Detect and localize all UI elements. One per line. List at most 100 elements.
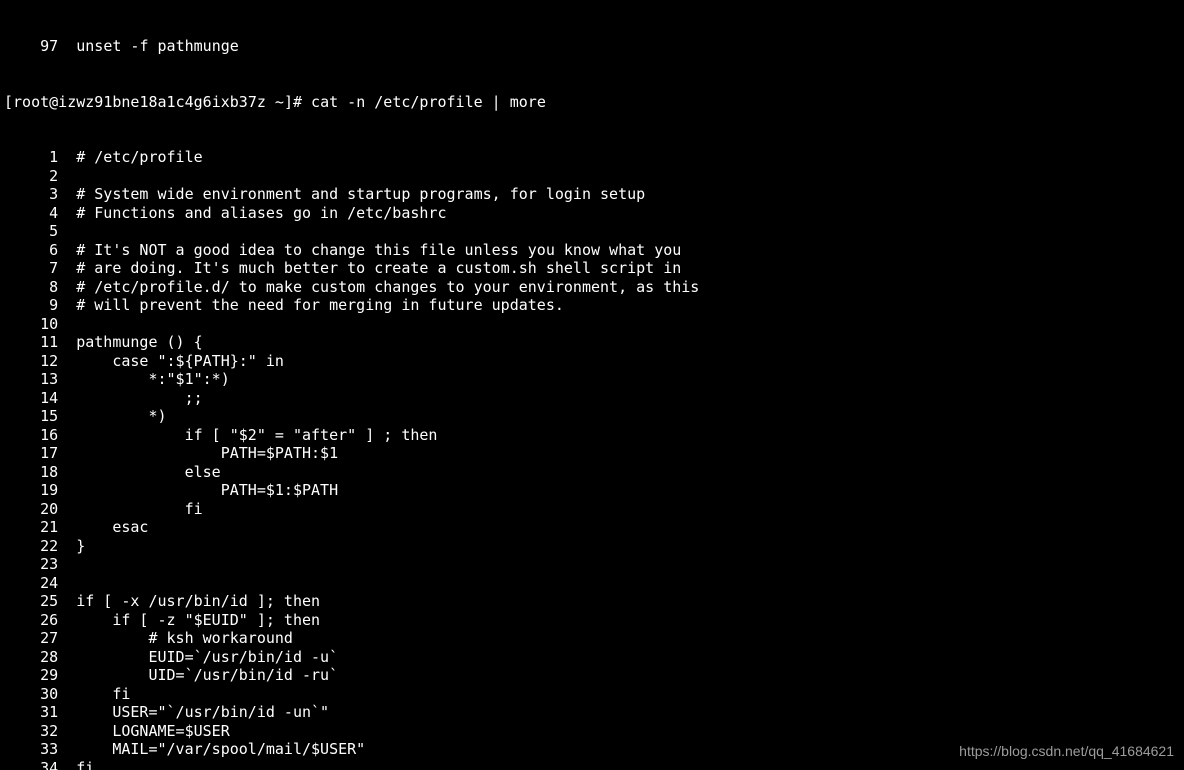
gutter-gap (58, 148, 76, 167)
line-text: # will prevent the need for merging in f… (76, 296, 564, 314)
line-number: 7 (4, 259, 58, 278)
gutter-gap (58, 241, 76, 260)
line-text: ;; (76, 389, 202, 407)
gutter-gap (58, 537, 76, 556)
line-text: } (76, 537, 85, 555)
line-number: 15 (4, 407, 58, 426)
file-line: 6 # It's NOT a good idea to change this … (4, 241, 1180, 260)
line-number: 14 (4, 389, 58, 408)
gutter-gap (58, 685, 76, 704)
gutter-gap (58, 407, 76, 426)
gutter-gap (58, 703, 76, 722)
line-text: if [ -x /usr/bin/id ]; then (76, 592, 320, 610)
watermark-text: https://blog.csdn.net/qq_41684621 (959, 742, 1174, 761)
line-number: 20 (4, 500, 58, 519)
gutter-gap (58, 370, 76, 389)
file-line: 4 # Functions and aliases go in /etc/bas… (4, 204, 1180, 223)
line-text: # System wide environment and startup pr… (76, 185, 645, 203)
line-number: 13 (4, 370, 58, 389)
gutter-gap (58, 278, 76, 297)
gutter-gap (58, 759, 76, 770)
line-text: pathmunge () { (76, 333, 202, 351)
line-number: 21 (4, 518, 58, 537)
line-text: if [ -z "$EUID" ]; then (76, 611, 320, 629)
line-text: # Functions and aliases go in /etc/bashr… (76, 204, 446, 222)
line-number: 19 (4, 481, 58, 500)
line-text: LOGNAME=$USER (76, 722, 230, 740)
line-text: # ksh workaround (76, 629, 293, 647)
line-number: 9 (4, 296, 58, 315)
gutter-gap (58, 463, 76, 482)
line-text: *:"$1":*) (76, 370, 230, 388)
partial-scrolled-line: 97 unset -f pathmunge (4, 37, 1180, 56)
line-text: # /etc/profile (76, 148, 202, 166)
file-line: 18 else (4, 463, 1180, 482)
terminal-output[interactable]: 97 unset -f pathmunge [root@izwz91bne18a… (0, 0, 1184, 770)
line-number: 3 (4, 185, 58, 204)
line-text: PATH=$PATH:$1 (76, 444, 338, 462)
gutter-gap (58, 574, 76, 593)
file-line: 1 # /etc/profile (4, 148, 1180, 167)
file-line: 7 # are doing. It's much better to creat… (4, 259, 1180, 278)
line-text: USER="`/usr/bin/id -un`" (76, 703, 329, 721)
file-line: 9 # will prevent the need for merging in… (4, 296, 1180, 315)
file-line: 22 } (4, 537, 1180, 556)
line-text: UID=`/usr/bin/id -ru` (76, 666, 338, 684)
gutter-gap (58, 555, 76, 574)
line-number: 18 (4, 463, 58, 482)
line-number: 31 (4, 703, 58, 722)
prompt-line: [root@izwz91bne18a1c4g6ixb37z ~]# cat -n… (4, 93, 1180, 112)
gutter-gap (58, 204, 76, 223)
line-text: esac (76, 518, 148, 536)
gutter-gap (58, 296, 76, 315)
file-line: 14 ;; (4, 389, 1180, 408)
gutter-gap (58, 629, 76, 648)
gutter-gap (58, 259, 76, 278)
gutter-gap (58, 518, 76, 537)
gutter-gap (58, 333, 76, 352)
file-line: 3 # System wide environment and startup … (4, 185, 1180, 204)
gutter-gap (58, 740, 76, 759)
line-number: 25 (4, 592, 58, 611)
file-line: 19 PATH=$1:$PATH (4, 481, 1180, 500)
file-line: 17 PATH=$PATH:$1 (4, 444, 1180, 463)
line-number: 17 (4, 444, 58, 463)
gutter-gap (58, 167, 76, 186)
file-content: 1 # /etc/profile2 3 # System wide enviro… (4, 148, 1180, 770)
file-line: 31 USER="`/usr/bin/id -un`" (4, 703, 1180, 722)
file-line: 28 EUID=`/usr/bin/id -u` (4, 648, 1180, 667)
line-text: PATH=$1:$PATH (76, 481, 338, 499)
file-line: 30 fi (4, 685, 1180, 704)
file-line: 20 fi (4, 500, 1180, 519)
line-number: 10 (4, 315, 58, 334)
gutter-gap (58, 185, 76, 204)
line-text: EUID=`/usr/bin/id -u` (76, 648, 338, 666)
line-text: # /etc/profile.d/ to make custom changes… (76, 278, 699, 296)
file-line: 10 (4, 315, 1180, 334)
gutter-gap (58, 722, 76, 741)
line-number: 5 (4, 222, 58, 241)
gutter-gap (58, 666, 76, 685)
file-line: 15 *) (4, 407, 1180, 426)
line-number: 1 (4, 148, 58, 167)
line-text: if [ "$2" = "after" ] ; then (76, 426, 437, 444)
line-number: 30 (4, 685, 58, 704)
file-line: 34 fi (4, 759, 1180, 770)
file-line: 2 (4, 167, 1180, 186)
shell-command: cat -n /etc/profile | more (311, 93, 546, 111)
gutter-gap (58, 648, 76, 667)
file-line: 16 if [ "$2" = "after" ] ; then (4, 426, 1180, 445)
line-text: # It's NOT a good idea to change this fi… (76, 241, 681, 259)
shell-prompt: [root@izwz91bne18a1c4g6ixb37z ~]# (4, 93, 311, 111)
line-number: 22 (4, 537, 58, 556)
file-line: 32 LOGNAME=$USER (4, 722, 1180, 741)
file-line: 24 (4, 574, 1180, 593)
line-number: 6 (4, 241, 58, 260)
gutter-gap (58, 426, 76, 445)
line-number: 23 (4, 555, 58, 574)
gutter-gap (58, 500, 76, 519)
file-line: 13 *:"$1":*) (4, 370, 1180, 389)
line-text: # are doing. It's much better to create … (76, 259, 681, 277)
line-number: 8 (4, 278, 58, 297)
gutter-gap (58, 222, 76, 241)
